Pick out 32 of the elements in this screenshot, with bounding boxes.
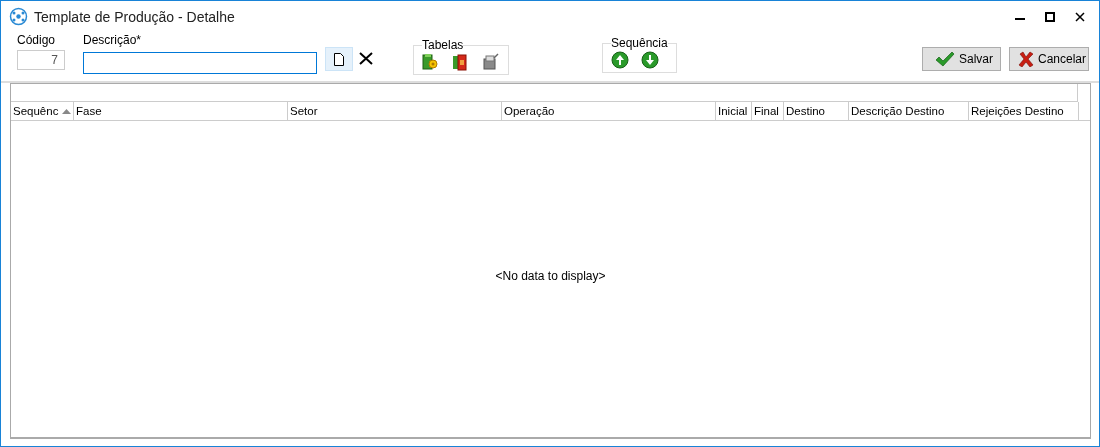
maximize-icon[interactable]	[1045, 11, 1055, 22]
column-header[interactable]: Descrição Destino	[849, 102, 969, 120]
check-icon	[935, 51, 955, 67]
arrow-down-icon[interactable]	[641, 51, 659, 69]
document-icon	[334, 52, 344, 66]
printer-icon[interactable]	[482, 53, 500, 71]
save-button[interactable]: Salvar	[922, 47, 1001, 71]
field-label: Código	[17, 32, 57, 49]
x-mark-icon	[1018, 51, 1034, 67]
column-header[interactable]: Inicial	[716, 102, 752, 120]
close-icon[interactable]	[1075, 11, 1085, 22]
group-title: Sequência	[611, 37, 668, 49]
window-title: Template de Produção - Detalhe	[34, 8, 236, 25]
book-money-icon[interactable]	[452, 53, 468, 71]
empty-message: <No data to display>	[495, 269, 606, 283]
column-header[interactable]: Rejeições Destino	[969, 102, 1079, 120]
clear-icon[interactable]	[359, 52, 373, 65]
new-button[interactable]	[325, 47, 353, 71]
arrow-up-icon[interactable]	[611, 51, 629, 69]
column-header[interactable]: Fase	[74, 102, 288, 120]
book-gear-icon[interactable]	[422, 53, 438, 71]
app-logo-icon	[9, 7, 28, 26]
column-header[interactable]: Final	[752, 102, 784, 120]
column-header[interactable]: Operação	[502, 102, 716, 120]
column-header[interactable]: Sequênc	[11, 102, 74, 120]
column-header[interactable]: Destino	[784, 102, 849, 120]
field-label: Descrição*	[83, 32, 143, 49]
cancel-button[interactable]: Cancelar	[1009, 47, 1089, 71]
description-field[interactable]	[83, 52, 317, 74]
group-title: Tabelas	[422, 39, 464, 51]
column-header[interactable]: Setor	[288, 102, 502, 120]
code-field[interactable]: 7	[17, 50, 65, 70]
